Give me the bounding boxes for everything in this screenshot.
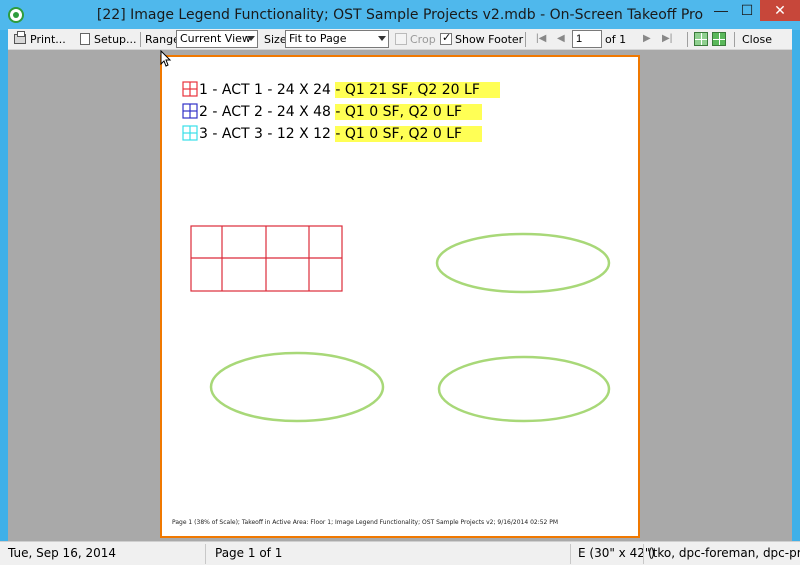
print-preview-toolbar: Print... Setup... Range Current View Siz… <box>8 29 792 50</box>
range-select-value: Current View <box>180 32 251 45</box>
printer-icon <box>14 31 26 44</box>
status-separator <box>570 544 571 564</box>
minimize-button[interactable]: — <box>708 0 734 21</box>
range-label: Range <box>145 33 180 46</box>
print-button[interactable]: Print... <box>12 31 72 48</box>
setup-label: Setup... <box>94 33 137 46</box>
window-title: [22] Image Legend Functionality; OST Sam… <box>96 7 704 23</box>
status-date: Tue, Sep 16, 2014 <box>8 546 116 560</box>
title-bar: [22] Image Legend Functionality; OST Sam… <box>0 0 800 30</box>
print-preview-area[interactable]: 1 - ACT 1 - 24 X 24 - Q1 21 SF, Q2 20 LF… <box>8 50 792 541</box>
mouse-cursor-icon <box>160 50 172 67</box>
multi-page-view-icon[interactable] <box>712 32 726 46</box>
single-page-view-icon[interactable] <box>694 32 708 46</box>
takeoff-drawing <box>190 225 611 423</box>
size-label: Size <box>264 33 287 46</box>
last-page-button[interactable]: ▶| <box>662 33 672 45</box>
ceiling-grid-takeoff <box>190 225 343 292</box>
chevron-down-icon <box>378 36 386 41</box>
status-page: Page 1 of 1 <box>215 546 283 560</box>
maximize-button[interactable]: ☐ <box>734 0 760 21</box>
ellipse-takeoff-1 <box>435 232 611 294</box>
toolbar-separator <box>140 32 141 47</box>
toolbar-separator <box>734 32 735 47</box>
preview-page: 1 - ACT 1 - 24 X 24 - Q1 21 SF, Q2 20 LF… <box>160 55 640 538</box>
window-close-button[interactable]: ✕ <box>760 0 800 21</box>
chevron-down-icon <box>247 36 255 41</box>
page-setup-icon <box>80 33 90 45</box>
print-label: Print... <box>30 33 66 46</box>
ellipse-takeoff-3 <box>437 355 611 423</box>
toolbar-separator <box>687 32 688 47</box>
size-select[interactable]: Fit to Page <box>285 30 389 48</box>
first-page-button[interactable]: |◀ <box>536 33 546 45</box>
crop-checkbox[interactable] <box>395 33 407 45</box>
crop-label: Crop <box>410 33 436 46</box>
range-select[interactable]: Current View <box>176 30 258 48</box>
status-separator <box>643 544 644 564</box>
previous-page-button[interactable]: ◀ <box>557 33 565 45</box>
status-separator <box>205 544 206 564</box>
page-count-label: of 1 <box>605 33 627 46</box>
next-page-button[interactable]: ▶ <box>643 33 651 45</box>
size-select-value: Fit to Page <box>289 32 347 45</box>
toolbar-separator <box>525 32 526 47</box>
page-footer: Page 1 (38% of Scale); Takeoff in Active… <box>172 519 559 526</box>
ellipse-takeoff-2 <box>209 351 385 423</box>
setup-button[interactable]: Setup... <box>78 31 140 48</box>
show-footer-label: Show Footer <box>455 33 524 46</box>
page-number-input[interactable]: 1 <box>572 30 602 48</box>
status-bar: Tue, Sep 16, 2014 Page 1 of 1 E (30" x 4… <box>0 541 800 565</box>
show-footer-checkbox[interactable] <box>440 31 452 45</box>
status-user: (tko, dpc-foreman, dpc-pro <box>648 546 800 560</box>
close-button[interactable]: Close <box>742 31 772 48</box>
